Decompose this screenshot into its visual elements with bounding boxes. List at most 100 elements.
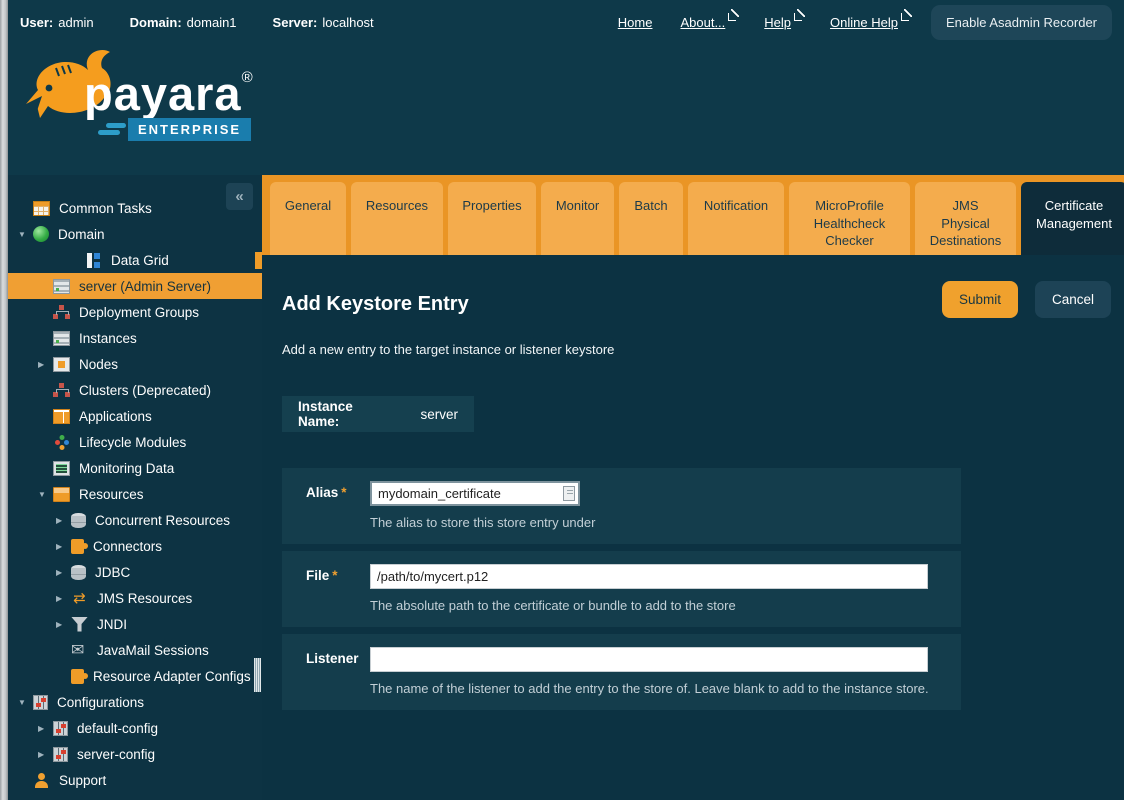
top-link-about[interactable]: About... [680,15,736,30]
external-link-icon [901,13,909,21]
submit-button[interactable]: Submit [942,281,1018,318]
sidebar-item-connectors[interactable]: ▶Connectors [8,533,262,559]
tree-down-arrow-icon[interactable]: ▼ [38,490,53,499]
sidebar-item-configurations[interactable]: ▼Configurations [8,689,262,715]
sidebar-item-label: default-config [77,721,158,736]
tab-jms-physical-destinations[interactable]: JMS Physical Destinations [915,182,1016,255]
server-info: Server:localhost [273,15,374,30]
box-icon [53,487,70,502]
tree-right-arrow-icon[interactable]: ▶ [56,594,71,603]
tree-right-arrow-icon[interactable]: ▶ [38,360,53,369]
sidebar-item-instances[interactable]: Instances [8,325,262,351]
tab-properties[interactable]: Properties [448,182,536,255]
tab-batch[interactable]: Batch [619,182,683,255]
instance-name-panel: Instance Name: server [282,396,474,432]
field-label-text: Listener [306,651,359,666]
sidebar-item-support[interactable]: Support [8,767,262,793]
alias-control [370,481,961,506]
sidebar-item-default-config[interactable]: ▶ default-config [8,715,262,741]
field-file: File*The absolute path to the certificat… [282,551,961,627]
cancel-button[interactable]: Cancel [1035,281,1111,318]
top-link-label: About... [680,15,725,30]
sidebar-item-nodes[interactable]: ▶ Nodes [8,351,262,377]
tree-right-arrow-icon[interactable]: ▶ [56,568,71,577]
enable-asadmin-recorder-button[interactable]: Enable Asadmin Recorder [931,5,1112,40]
globe-icon [33,226,49,242]
edition-badge: ENTERPRISE [128,118,251,141]
sidebar: Common Tasks ▼ Domain Data Grid server (Admi… [8,175,262,800]
content: GeneralResourcesPropertiesMonitorBatchNo… [262,175,1124,800]
window-edge [0,0,8,800]
db-icon [71,513,86,528]
sidebar-item-jndi[interactable]: ▶ JNDI [8,611,262,637]
page-subtitle: Add a new entry to the target instance o… [282,342,1111,357]
sidebar-item-data-grid[interactable]: Data Grid [8,247,262,273]
sidebar-item-monitoring-data[interactable]: Monitoring Data [8,455,262,481]
sidebar-item-domain[interactable]: ▼ Domain [8,221,262,247]
file-input[interactable] [370,564,928,589]
tree-down-arrow-icon[interactable]: ▼ [18,698,33,707]
top-links: Home About... Help Online Help [618,15,909,30]
sidebar-item-clusters-deprecated[interactable]: Clusters (Deprecated) [8,377,262,403]
tree-down-arrow-icon[interactable]: ▼ [18,230,33,239]
tree-right-arrow-icon[interactable]: ▶ [56,620,71,629]
edition-badge-row: ENTERPRISE [98,118,251,141]
keystore-entry-form: Alias*The alias to store this store entr… [282,468,961,710]
user-value: admin [58,15,93,30]
sidebar-item-jms-resources[interactable]: ▶JMS Resources [8,585,262,611]
sidebar-item-deployment-groups[interactable]: Deployment Groups [8,299,262,325]
tree-right-arrow-icon[interactable]: ▶ [56,542,71,551]
person-icon [33,773,50,788]
tree-right-arrow-icon[interactable]: ▶ [56,516,71,525]
listener-field-label: Listener [282,647,370,672]
sidebar-item-lifecycle-modules[interactable]: Lifecycle Modules [8,429,262,455]
sidebar-item-server-admin-server[interactable]: server (Admin Server) [8,273,262,299]
tab-resources[interactable]: Resources [351,182,443,255]
user-info: User:admin [20,15,94,30]
listener-control [370,647,961,672]
sidebar-item-resource-adapter-configs[interactable]: Resource Adapter Configs [8,663,262,689]
tab-general[interactable]: General [270,182,346,255]
node-icon [53,357,70,372]
sidebar-item-resources[interactable]: ▼Resources [8,481,262,507]
sidebar-item-label: server-config [77,747,155,762]
required-asterisk: * [341,485,346,500]
sidebar-item-jdbc[interactable]: ▶JDBC [8,559,262,585]
brand-name: payara [84,67,242,120]
sidebar-item-label: Data Grid [111,253,169,268]
required-asterisk: * [332,568,337,583]
action-buttons: Submit Cancel [942,281,1111,318]
sidebar-item-label: JNDI [97,617,127,632]
main-panel: Add Keystore Entry Submit Cancel Add a n… [262,255,1124,710]
tab-notification[interactable]: Notification [688,182,784,255]
mail-icon [71,643,88,658]
sidebar-item-applications[interactable]: Applications [8,403,262,429]
sidebar-item-server-config[interactable]: ▶ server-config [8,741,262,767]
tree-right-arrow-icon[interactable]: ▶ [38,724,53,733]
top-link-label: Home [618,15,653,30]
sidebar-item-label: Clusters (Deprecated) [79,383,211,398]
autocomplete-picker-icon[interactable] [563,486,575,501]
top-link-online-help[interactable]: Online Help [830,15,909,30]
top-link-home[interactable]: Home [618,15,653,30]
sidebar-item-javamail-sessions[interactable]: JavaMail Sessions [8,637,262,663]
top-link-help[interactable]: Help [764,15,802,30]
sidebar-item-label: Support [59,773,106,788]
sidebar-item-label: Domain [58,227,105,242]
sidebar-item-label: Concurrent Resources [95,513,230,528]
sidebar-item-label: Nodes [79,357,118,372]
lifecycle-icon [53,435,70,450]
sidebar-item-common-tasks[interactable]: Common Tasks [8,195,262,221]
apps-icon [53,409,70,424]
sidebar-item-concurrent-resources[interactable]: ▶ Concurrent Resources [8,507,262,533]
sidebar-resize-grip[interactable] [254,658,261,692]
tab-monitor[interactable]: Monitor [541,182,614,255]
top-link-label: Help [764,15,791,30]
alias-input[interactable] [370,481,580,506]
tab-microprofile-healthcheck-checker[interactable]: MicroProfile Healthcheck Checker [789,182,910,255]
tree-right-arrow-icon[interactable]: ▶ [38,750,53,759]
tab-certificate-management[interactable]: Certificate Management [1021,182,1124,255]
listener-input[interactable] [370,647,928,672]
sidebar-item-label: Applications [79,409,152,424]
sidebar-item-label: Lifecycle Modules [79,435,186,450]
